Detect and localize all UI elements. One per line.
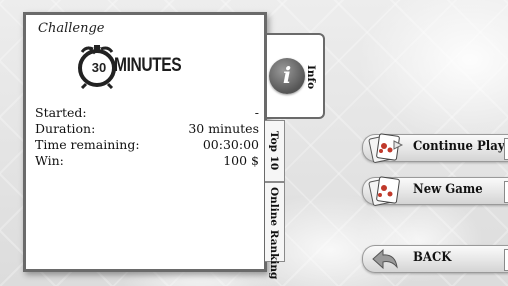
button-endcap [504,181,508,203]
challenge-title: MINUTES [114,55,182,76]
tab-online-ranking-label: Online Ranking [268,187,280,280]
stats-list: Started: - Duration: 30 minutes Time rem… [35,105,259,169]
back-button[interactable]: BACK [362,245,508,273]
new-game-label: New Game [413,182,483,197]
stat-value: 100 $ [223,153,259,168]
stat-value: 00:30:00 [202,137,259,152]
stat-label: Started: [35,105,87,120]
back-arrow-icon [372,248,398,270]
tab-online-ranking[interactable]: Online Ranking [265,182,285,279]
stat-row-started: Started: - [35,105,259,121]
stat-row-win: Win: 100 $ [35,153,259,169]
stat-row-time-remaining: Time remaining: 00:30:00 [35,137,259,153]
stat-value: - [254,105,259,120]
clock-number: 30 [91,60,107,75]
continue-playing-button[interactable]: Continue Playing [362,133,508,163]
button-endcap [504,249,508,271]
tab-top10[interactable]: Top 10 [265,120,285,182]
button-endcap [504,138,508,160]
stat-label: Duration: [35,121,96,136]
stat-row-duration: Duration: 30 minutes [35,121,259,137]
tab-top10-label: Top 10 [268,131,280,171]
info-icon[interactable]: i [269,58,305,94]
tab-info-label: Info [305,65,317,90]
playing-cards-icon [368,133,403,163]
challenge-panel: Challenge 30 MINUTES Started: - Duration… [23,12,267,272]
stat-label: Time remaining: [35,137,140,152]
continue-playing-label: Continue Playing [413,139,508,154]
stat-value: 30 minutes [188,121,259,136]
new-game-button[interactable]: New Game [362,176,508,206]
back-label: BACK [413,250,452,265]
stat-label: Win: [35,153,64,168]
playing-cards-icon [368,176,400,206]
challenge-label: Challenge [38,21,105,36]
